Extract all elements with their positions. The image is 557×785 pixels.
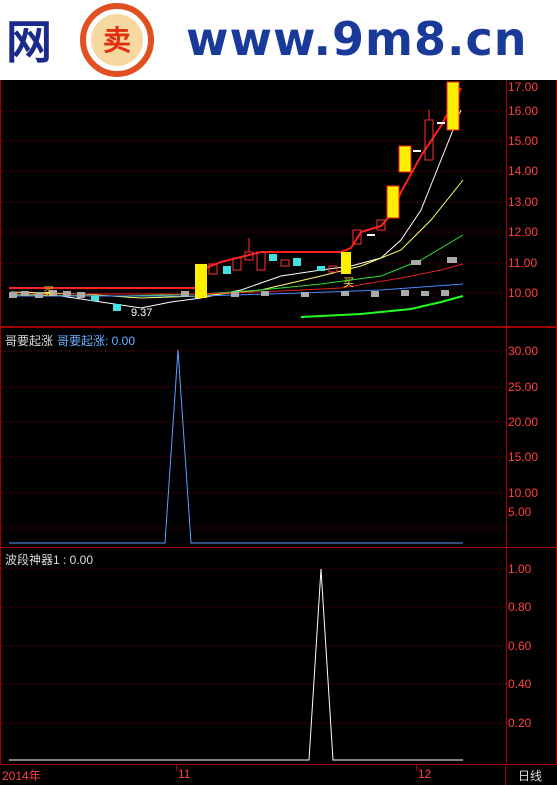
period-selector[interactable]: 日线	[518, 767, 542, 784]
panel2-ytick: 15.00	[508, 450, 539, 464]
main-candles-chart: 买 9.37 买	[1, 81, 506, 319]
xtick-2014: 2014年	[2, 769, 41, 783]
time-axis: 2014年 11 12 日线	[0, 764, 557, 785]
main-price-panel[interactable]: 买 9.37 买 17.00 16.00 15.00 14.00 13.00 1…	[0, 80, 557, 327]
panel3-series-line	[9, 568, 463, 761]
watermark-site-text: www.9m8.cn	[186, 12, 528, 66]
panel2-line-chart	[1, 349, 506, 544]
buy-signal-1: 买	[43, 285, 54, 298]
xtick-11: 11	[178, 767, 191, 781]
watermark-logo-icon: 卖	[80, 3, 154, 77]
xtick-mark	[176, 765, 177, 771]
panel3-ytick: 0.40	[508, 677, 532, 691]
panel3-ytick: 0.20	[508, 716, 532, 730]
panel2-ytick: 5.00	[508, 505, 532, 519]
panel3-axis-divider	[506, 548, 507, 764]
panel2-ytick: 30.00	[508, 344, 539, 358]
panel2-axis-divider	[506, 328, 507, 547]
panel2-series-line	[9, 349, 463, 544]
xtick-mark	[416, 765, 417, 771]
main-ytick: 13.00	[508, 195, 539, 209]
main-axis-divider	[506, 80, 507, 327]
watermark-banner: 网 卖 www.9m8.cn	[0, 0, 557, 80]
xtick-12: 12	[418, 767, 432, 781]
panel2-ytick: 25.00	[508, 380, 539, 394]
main-ytick: 12.00	[508, 225, 539, 239]
panel2-ytick: 20.00	[508, 415, 539, 429]
main-ytick: 10.00	[508, 286, 539, 300]
main-ytick: 16.00	[508, 104, 539, 118]
main-ytick: 17.00	[508, 80, 539, 94]
main-ytick: 11.00	[508, 256, 538, 270]
buy-signal-2: 买	[343, 276, 354, 289]
low-price-label: 9.37	[131, 307, 152, 319]
panel2-ytick: 10.00	[508, 486, 539, 500]
watermark-left-text: 网	[6, 15, 52, 69]
xaxis-divider	[505, 765, 506, 785]
panel3-line-chart	[1, 568, 506, 761]
main-ytick: 15.00	[508, 134, 539, 148]
panel3-ytick: 0.80	[508, 600, 532, 614]
indicator-panel-boduanshenqi[interactable]: 波段神器1 : 0.00 1.00 0.80 0.60 0.40 0.20	[0, 548, 557, 765]
panel3-ytick: 1.00	[508, 562, 532, 576]
main-ytick: 14.00	[508, 164, 539, 178]
indicator-panel-geyaoqizhang[interactable]: 哥要起涨 哥要起涨: 0.00 30.00 25.00 20.00 15.00 …	[0, 327, 557, 548]
panel3-ytick: 0.60	[508, 639, 532, 653]
watermark-logo-text: 卖	[103, 24, 131, 57]
